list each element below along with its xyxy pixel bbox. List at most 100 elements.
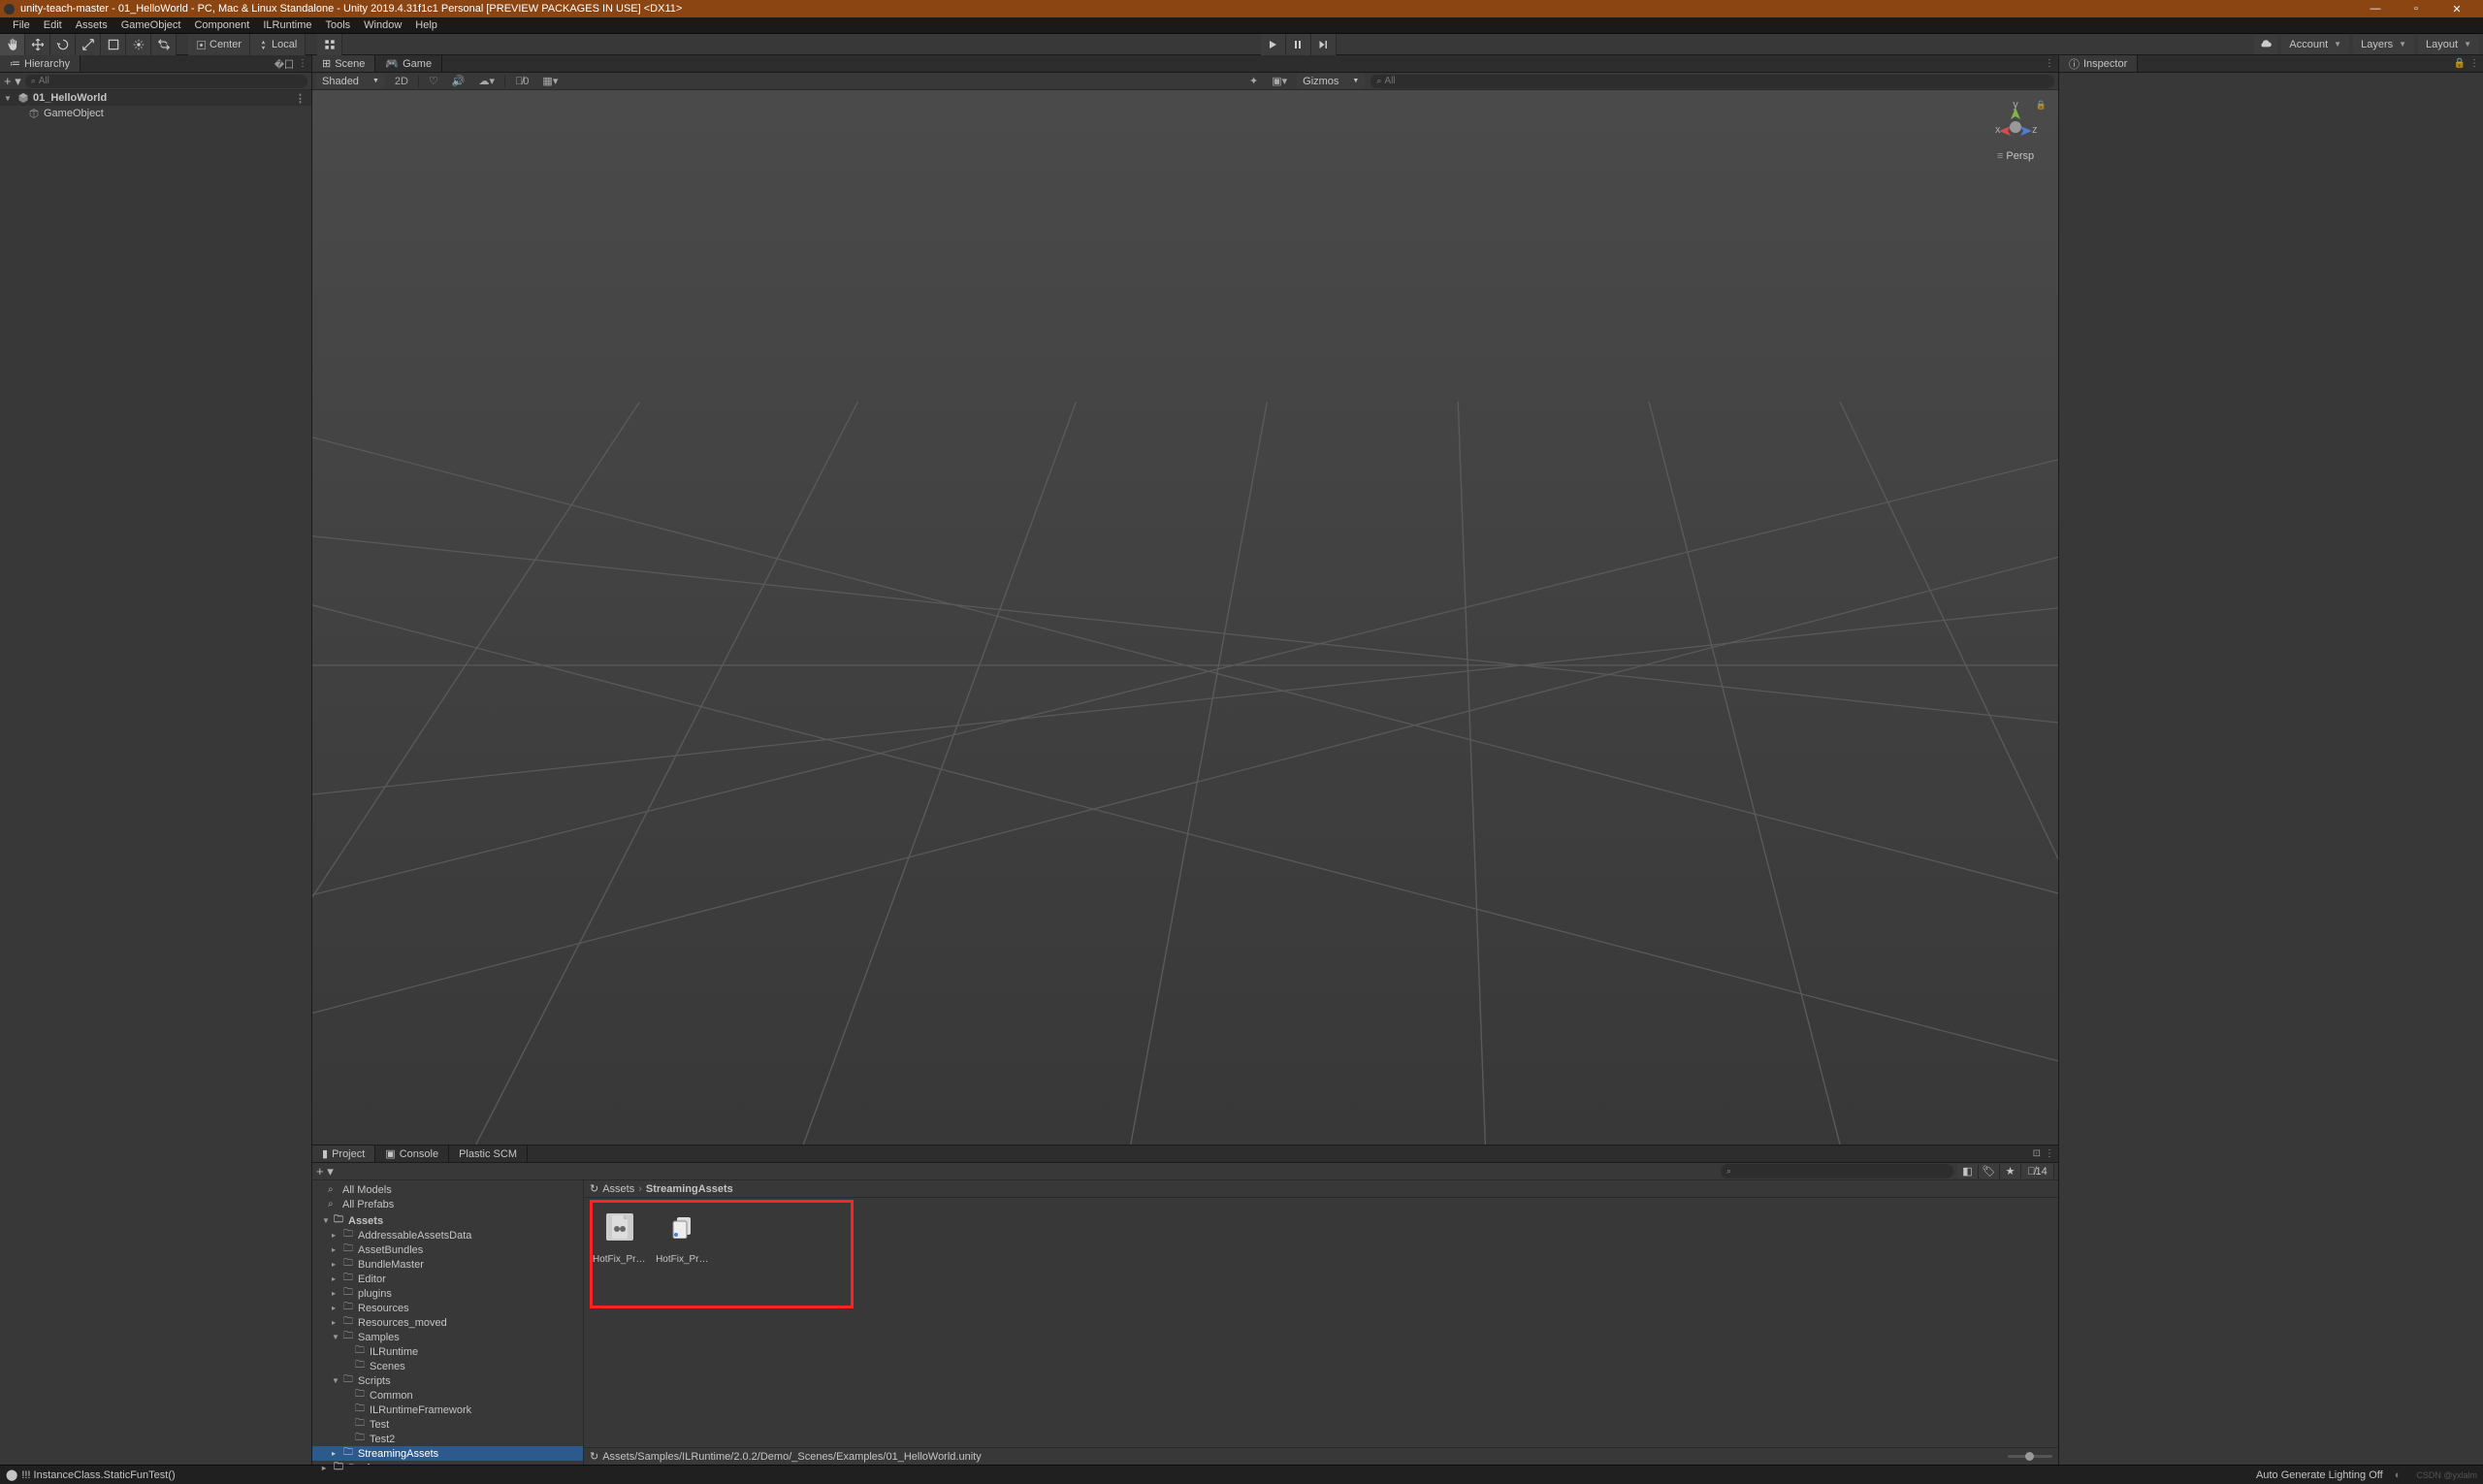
hierarchy-item[interactable]: GameObject [0,106,311,121]
menubar: File Edit Assets GameObject Component IL… [0,17,2483,34]
transform-tool[interactable] [126,34,151,55]
tree-folder[interactable]: ▸🗀Resources [312,1301,583,1315]
tree-folder[interactable]: 🗀Test [312,1417,583,1432]
tree-folder[interactable]: ▼🗀Samples [312,1330,583,1344]
lighting-status[interactable]: Auto Generate Lighting Off [2256,1469,2383,1481]
shading-mode-dropdown[interactable]: Shaded▼ [316,74,385,88]
layers-dropdown[interactable]: Layers▼ [2353,35,2414,54]
hidden-toggle[interactable]: 👁̸0 [511,76,532,87]
lighting-toggle[interactable]: ♡ [425,75,442,87]
2d-toggle[interactable]: 2D [391,76,412,87]
audio-toggle[interactable]: 🔊 [448,75,469,87]
hierarchy-search-input[interactable] [39,76,302,86]
grid-toggle[interactable]: ▦▾ [538,75,562,87]
gizmos-dropdown[interactable]: Gizmos▼ [1297,74,1365,88]
create-dropdown[interactable]: + ▾ [4,74,21,89]
favorite-item[interactable]: ⌕All Prefabs [312,1197,583,1211]
popout-icon[interactable]: ⊡ [2033,1148,2041,1159]
menu-gameobject[interactable]: GameObject [114,19,188,31]
tree-folder[interactable]: ▼🗀Scripts [312,1373,583,1388]
tree-folder[interactable]: ▸🗀AssetBundles [312,1242,583,1257]
filter-label-icon[interactable]: 🏷 [1979,1164,2000,1178]
scene-viewport[interactable]: 🔒 y x z ≡ Persp [312,90,2058,1145]
inspector-body [2059,73,2483,1465]
camera-icon[interactable]: ▣▾ [1268,75,1291,87]
menu-assets[interactable]: Assets [69,19,114,31]
scene-search[interactable]: ⌕ [1370,75,2054,88]
rect-tool[interactable] [101,34,126,55]
rotate-tool[interactable] [50,34,76,55]
status-message[interactable]: !!! InstanceClass.StaticFunTest() [21,1469,175,1481]
orientation-gizmo[interactable]: 🔒 y x z ≡ Persp [1986,100,2045,162]
kebab-icon[interactable]: ⋮ [2469,58,2479,69]
hand-tool[interactable] [0,34,25,55]
menu-edit[interactable]: Edit [37,19,69,31]
kebab-icon[interactable]: ⋮ [298,58,307,69]
tree-folder[interactable]: ▼🗀Assets [312,1213,583,1228]
tab-hierarchy[interactable]: ≔ Hierarchy [0,55,81,72]
popout-icon[interactable]: �囗 [274,56,294,71]
kebab-icon[interactable]: ⋮ [2045,1148,2054,1159]
tree-folder[interactable]: 🗀ILRuntimeFramework [312,1403,583,1417]
tree-folder[interactable]: 🗀Common [312,1388,583,1403]
tree-folder[interactable]: ▸🗀plugins [312,1286,583,1301]
favorite-filter-icon[interactable]: ★ [2000,1164,2021,1178]
menu-file[interactable]: File [6,19,37,31]
step-button[interactable] [1311,34,1337,55]
filter-type-icon[interactable]: ◧ [1957,1164,1979,1178]
menu-help[interactable]: Help [408,19,444,31]
menu-tools[interactable]: Tools [318,19,357,31]
hierarchy-scene-row[interactable]: ▼ 01_HelloWorld ⋮ [0,90,311,106]
cloud-button[interactable] [2254,35,2277,54]
layout-dropdown[interactable]: Layout▼ [2418,35,2479,54]
hidden-count[interactable]: 👁̸14 [2021,1164,2054,1178]
search-icon: ⌕ [328,1184,339,1195]
scene-menu-icon[interactable]: ⋮ [295,92,311,105]
error-icon[interactable]: ⬤ [6,1468,17,1481]
refresh-icon[interactable]: ↻ [590,1182,598,1195]
fx-toggle[interactable]: ☁▾ [475,75,500,87]
breadcrumb-segment[interactable]: StreamingAssets [646,1183,733,1195]
refresh-icon[interactable]: ↻ [590,1450,598,1463]
lock-icon[interactable]: 🔒 [2454,58,2466,69]
tree-folder[interactable]: 🗀Scenes [312,1359,583,1373]
menu-component[interactable]: Component [187,19,256,31]
scale-tool[interactable] [76,34,101,55]
local-global-toggle[interactable]: Local [250,34,306,55]
menu-ilruntime[interactable]: ILRuntime [256,19,318,31]
favorite-item[interactable]: ⌕All Models [312,1182,583,1197]
tab-console[interactable]: ▣Console [375,1145,449,1162]
tree-folder[interactable]: 🗀Test2 [312,1432,583,1446]
tab-scene[interactable]: ⊞ Scene [312,55,375,72]
minimize-button[interactable]: — [2361,3,2390,16]
tree-folder[interactable]: ▸🗀Editor [312,1272,583,1286]
tab-project[interactable]: ▮Project [312,1145,375,1162]
kebab-icon[interactable]: ⋮ [2045,58,2054,69]
custom-tool[interactable] [151,34,177,55]
tab-plastic[interactable]: Plastic SCM [449,1145,528,1162]
tree-folder[interactable]: ▸🗀AddressableAssetsData [312,1228,583,1242]
maximize-button[interactable]: ▫ [2402,3,2431,16]
move-tool[interactable] [25,34,50,55]
scene-search-input[interactable] [1384,76,2048,86]
tree-folder[interactable]: ▸🗀BundleMaster [312,1257,583,1272]
tree-folder[interactable]: 🗀ILRuntime [312,1344,583,1359]
tab-inspector[interactable]: ⓘ Inspector [2059,55,2138,72]
project-search[interactable]: ⌕ [1721,1164,1953,1178]
tree-folder[interactable]: ▸🗀StreamingAssets [312,1446,583,1461]
thumbnail-size-slider[interactable] [2008,1455,2052,1458]
play-button[interactable] [1261,34,1286,55]
menu-window[interactable]: Window [357,19,408,31]
close-button[interactable]: ✕ [2442,3,2471,16]
pause-button[interactable] [1286,34,1311,55]
breadcrumb-segment[interactable]: Assets [602,1183,634,1195]
account-dropdown[interactable]: Account▼ [2281,35,2349,54]
tab-game[interactable]: 🎮 Game [375,55,442,72]
pivot-center-toggle[interactable]: Center [188,34,250,55]
project-create-dropdown[interactable]: + ▾ [316,1164,334,1179]
hierarchy-search[interactable]: ⌕ [25,75,307,88]
tree-folder[interactable]: ▸🗀Resources_moved [312,1315,583,1330]
snap-toggle[interactable] [317,34,342,55]
tools-icon[interactable]: ✦ [1245,75,1262,87]
asset-grid[interactable]: HotFix_Pro... HotFix_Pro... [584,1198,2058,1447]
